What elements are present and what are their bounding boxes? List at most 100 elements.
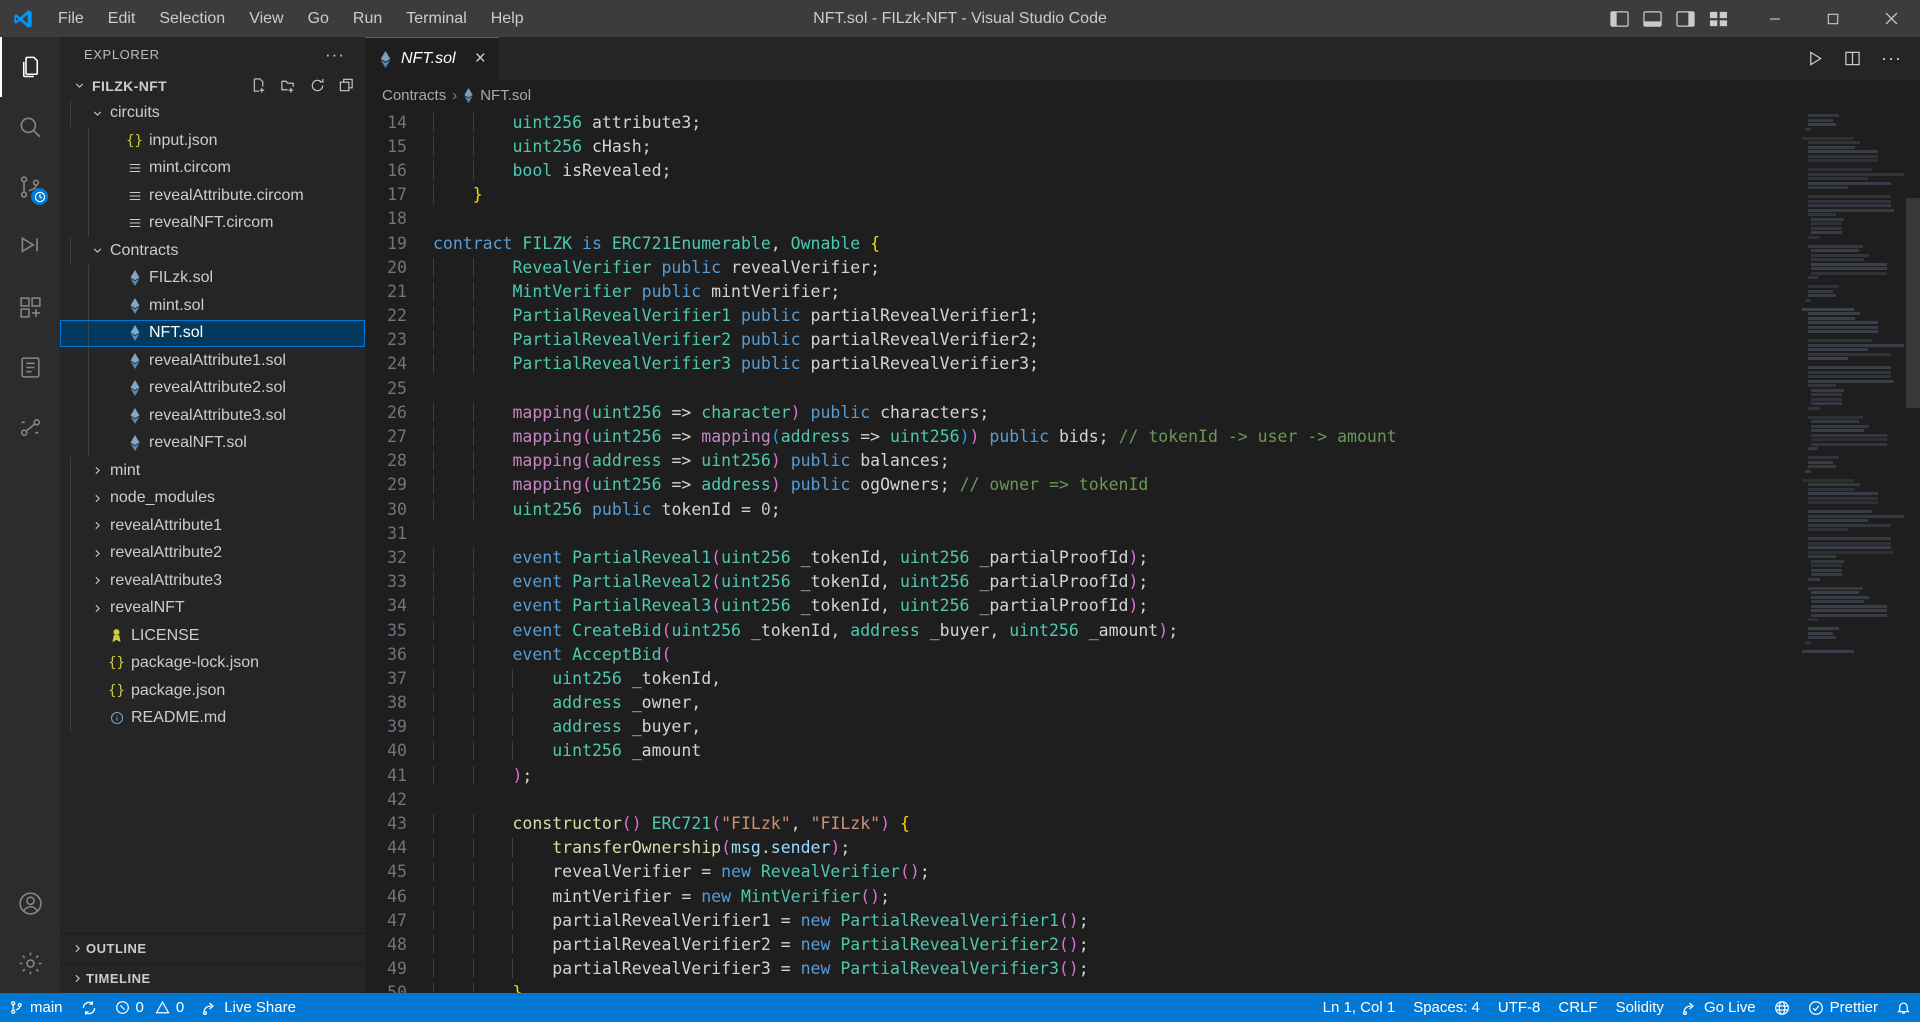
status-language-mode[interactable]: Solidity: [1607, 993, 1673, 1022]
new-folder-icon[interactable]: [280, 77, 297, 94]
code-line[interactable]: 31: [365, 521, 1802, 545]
activity-remote-explorer[interactable]: [0, 397, 60, 457]
code-line[interactable]: 29 mapping(uint256 => address) public og…: [365, 473, 1802, 497]
code-line[interactable]: 40 uint256 _amount: [365, 739, 1802, 763]
code-line[interactable]: 24 PartialRevealVerifier3 public partial…: [365, 352, 1802, 376]
code-line[interactable]: 45 revealVerifier = new RevealVerifier()…: [365, 860, 1802, 884]
code-line[interactable]: 41 );: [365, 763, 1802, 787]
tree-item-package-json[interactable]: {}package.json: [60, 677, 365, 705]
tree-item-revealnft[interactable]: revealNFT: [60, 595, 365, 623]
activity-source-control[interactable]: [0, 157, 60, 217]
code-line[interactable]: 36 event AcceptBid(: [365, 642, 1802, 666]
status-editor-position[interactable]: Ln 1, Col 1: [1314, 993, 1405, 1022]
sidebar-more-actions-icon[interactable]: ···: [325, 45, 345, 65]
code-line[interactable]: 15 uint256 cHash;: [365, 134, 1802, 158]
activity-manage-gear-icon[interactable]: [0, 933, 60, 993]
code-line[interactable]: 14 uint256 attribute3;: [365, 110, 1802, 134]
code-line-text[interactable]: PartialRevealVerifier1 public partialRev…: [433, 306, 1333, 325]
tree-item-revealattribute3[interactable]: revealAttribute3: [60, 567, 365, 595]
minimap[interactable]: [1802, 110, 1904, 993]
code-line[interactable]: 20 RevealVerifier public revealVerifier;: [365, 255, 1802, 279]
chevron-down-icon[interactable]: [88, 244, 106, 257]
code-line-text[interactable]: event PartialReveal2(uint256 _tokenId, u…: [433, 572, 1333, 591]
tree-item-revealattribute1-sol[interactable]: revealAttribute1.sol: [60, 347, 365, 375]
code-line[interactable]: 43 constructor() ERC721("FILzk", "FILzk"…: [365, 811, 1802, 835]
activity-testing[interactable]: [0, 337, 60, 397]
chevron-right-icon[interactable]: [88, 602, 106, 615]
code-line[interactable]: 25: [365, 376, 1802, 400]
code-line-text[interactable]: uint256 cHash;: [433, 137, 1333, 156]
minimize-button[interactable]: [1746, 0, 1804, 37]
status-indentation[interactable]: Spaces: 4: [1404, 993, 1489, 1022]
tree-item-mint-sol[interactable]: mint.sol: [60, 292, 365, 320]
code-line-text[interactable]: uint256 _tokenId,: [433, 669, 1333, 688]
code-line[interactable]: 42: [365, 787, 1802, 811]
code-viewport[interactable]: 14 uint256 attribute3;15 uint256 cHash; 1…: [365, 110, 1802, 993]
code-line-text[interactable]: address _buyer,: [433, 717, 1333, 736]
code-line-text[interactable]: event PartialReveal3(uint256 _tokenId, u…: [433, 596, 1333, 615]
code-line-text[interactable]: partialRevealVerifier1 = new PartialReve…: [433, 911, 1333, 930]
code-line-text[interactable]: contract FILZK is ERC721Enumerable, Owna…: [433, 234, 1333, 253]
code-line[interactable]: 19contract FILZK is ERC721Enumerable, Ow…: [365, 231, 1802, 255]
chevron-down-icon[interactable]: [88, 107, 106, 120]
breadcrumb[interactable]: Contracts › NFT.sol: [365, 80, 1920, 110]
tree-item-revealattribute1[interactable]: revealAttribute1: [60, 512, 365, 540]
chevron-right-icon[interactable]: [68, 972, 86, 985]
activity-search[interactable]: [0, 97, 60, 157]
tree-root-filzk-nft[interactable]: FILZK-NFT: [60, 72, 365, 100]
code-line-text[interactable]: mapping(address => uint256) public balan…: [433, 451, 1333, 470]
code-line-text[interactable]: RevealVerifier public revealVerifier;: [433, 258, 1333, 277]
breadcrumb-contracts[interactable]: Contracts: [382, 87, 446, 104]
code-line-text[interactable]: }: [433, 185, 1333, 204]
code-line[interactable]: 17 }: [365, 183, 1802, 207]
toggle-secondary-sidebar-icon[interactable]: [1676, 10, 1695, 28]
menu-selection[interactable]: Selection: [147, 6, 237, 32]
code-line-text[interactable]: MintVerifier public mintVerifier;: [433, 282, 1333, 301]
tree-item-filzk-sol[interactable]: FILzk.sol: [60, 265, 365, 293]
more-actions-icon[interactable]: ···: [1881, 48, 1902, 69]
tree-item-revealattribute-circom[interactable]: revealAttribute.circom: [60, 182, 365, 210]
code-line[interactable]: 48 partialRevealVerifier2 = new PartialR…: [365, 932, 1802, 956]
tree-item-package-lock-json[interactable]: {}package-lock.json: [60, 650, 365, 678]
toggle-primary-sidebar-icon[interactable]: [1610, 10, 1629, 28]
menu-file[interactable]: File: [46, 6, 96, 32]
code-line[interactable]: 22 PartialRevealVerifier1 public partial…: [365, 304, 1802, 328]
menu-help[interactable]: Help: [479, 6, 536, 32]
tree-item-revealattribute2-sol[interactable]: revealAttribute2.sol: [60, 375, 365, 403]
code-line[interactable]: 35 event CreateBid(uint256 _tokenId, add…: [365, 618, 1802, 642]
new-file-icon[interactable]: [251, 77, 268, 94]
scrollbar-thumb[interactable]: [1906, 198, 1920, 408]
code-line-text[interactable]: uint256 public tokenId = 0;: [433, 500, 1333, 519]
file-tree[interactable]: FILZK-NFT circuits{}input.jso: [60, 72, 365, 933]
tab-nft-sol[interactable]: NFT.sol ×: [365, 37, 499, 80]
code-line[interactable]: 23 PartialRevealVerifier2 public partial…: [365, 328, 1802, 352]
status-problems[interactable]: 0 0: [106, 993, 194, 1022]
code-line-text[interactable]: transferOwnership(msg.sender);: [433, 838, 1333, 857]
menu-run[interactable]: Run: [341, 6, 394, 32]
code-line[interactable]: 47 partialRevealVerifier1 = new PartialR…: [365, 908, 1802, 932]
code-line-text[interactable]: PartialRevealVerifier2 public partialRev…: [433, 330, 1333, 349]
status-prettier[interactable]: Prettier: [1799, 993, 1887, 1022]
chevron-down-icon[interactable]: [70, 79, 88, 92]
tree-item-circuits[interactable]: circuits: [60, 100, 365, 128]
code-line-text[interactable]: PartialRevealVerifier3 public partialRev…: [433, 354, 1333, 373]
menu-view[interactable]: View: [237, 6, 295, 32]
breadcrumb-nft-sol[interactable]: NFT.sol: [463, 87, 531, 104]
code-line[interactable]: 33 event PartialReveal2(uint256 _tokenId…: [365, 570, 1802, 594]
status-notifications-bell-icon[interactable]: [1887, 993, 1920, 1022]
tree-item-input-json[interactable]: {}input.json: [60, 127, 365, 155]
code-line[interactable]: 30 uint256 public tokenId = 0;: [365, 497, 1802, 521]
sidebar-section-timeline[interactable]: TIMELINE: [60, 963, 365, 993]
status-live-server-globe-icon[interactable]: [1765, 993, 1799, 1022]
tab-close-icon[interactable]: ×: [465, 48, 486, 70]
code-line-text[interactable]: mapping(uint256 => address) public ogOwn…: [433, 475, 1333, 494]
code-line[interactable]: 32 event PartialReveal1(uint256 _tokenId…: [365, 545, 1802, 569]
status-eol[interactable]: CRLF: [1549, 993, 1606, 1022]
tree-item-license[interactable]: LICENSE: [60, 622, 365, 650]
code-line-text[interactable]: address _owner,: [433, 693, 1333, 712]
code-line-text[interactable]: mapping(uint256 => mapping(address => ui…: [433, 427, 1397, 446]
code-line[interactable]: 49 partialRevealVerifier3 = new PartialR…: [365, 957, 1802, 981]
code-line-text[interactable]: constructor() ERC721("FILzk", "FILzk") {: [433, 814, 1333, 833]
code-line[interactable]: 39 address _buyer,: [365, 715, 1802, 739]
tree-item-readme-md[interactable]: README.md: [60, 705, 365, 733]
